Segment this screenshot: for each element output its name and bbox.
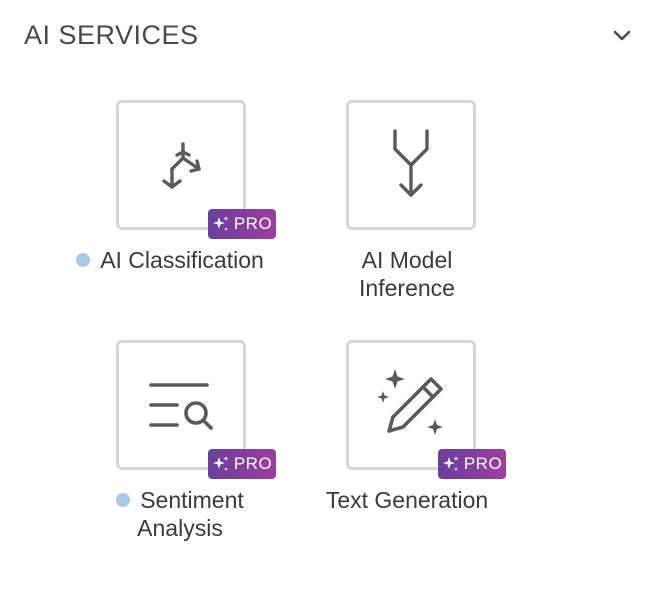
chevron-down-icon [613, 30, 631, 41]
tile-text-generation[interactable]: PRO Text Generation [292, 340, 522, 530]
tile-label-line1: Sentiment [65, 486, 295, 514]
pro-badge: PRO [438, 449, 506, 479]
status-dot [76, 252, 91, 267]
tile-sentiment-analysis[interactable]: PRO Sentiment Analysis [65, 340, 295, 550]
tile-label: Text Generation [292, 486, 522, 514]
pro-badge-label: PRO [233, 214, 273, 233]
pro-badge: PRO [208, 209, 276, 239]
pro-badge: PRO [208, 449, 276, 479]
section-header: AI SERVICES [0, 0, 668, 76]
pro-badge-label: PRO [463, 454, 503, 473]
tile-label-line1-text: Sentiment [140, 487, 244, 513]
sparkle-icon [212, 456, 229, 471]
tile-label-text: Text Generation [325, 487, 489, 513]
tile-label: Sentiment Analysis [65, 486, 295, 542]
merge-arrow-down-icon [393, 129, 429, 197]
tile-ai-classification[interactable]: PRO AI Classification [65, 100, 295, 290]
tile-ai-model-inference[interactable]: AI Model Inference [292, 100, 522, 310]
ai-services-panel: AI SERVICES PRO AI Classification AI Mod… [0, 0, 668, 602]
status-dot [116, 492, 131, 507]
tile-label-line1: AI Model [361, 247, 453, 273]
collapse-button[interactable] [606, 22, 638, 50]
sparkle-icon [442, 456, 459, 471]
section-title: AI SERVICES [24, 20, 199, 50]
tile-label-line2: Analysis [137, 515, 223, 541]
tile-label: AI Model Inference [292, 246, 522, 302]
tile-label-text: AI Classification [100, 247, 264, 273]
sparkle-icon [212, 216, 229, 231]
pro-badge-label: PRO [233, 454, 273, 473]
tile-icon-box [346, 100, 476, 230]
tile-label: AI Classification [55, 246, 285, 274]
tile-label-line2: Inference [359, 275, 455, 301]
